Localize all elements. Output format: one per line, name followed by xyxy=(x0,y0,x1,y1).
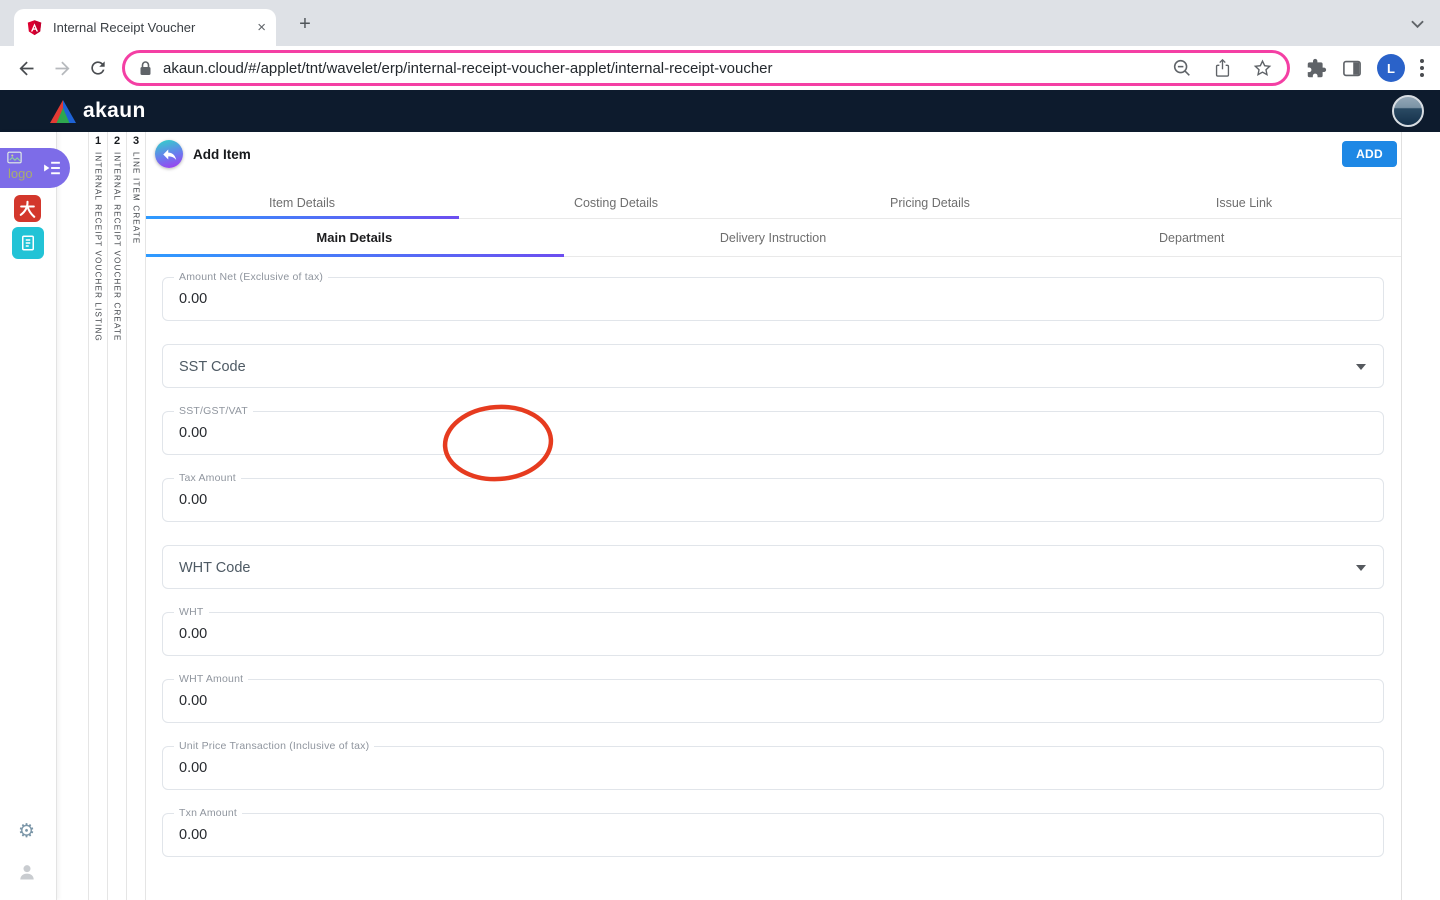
browser-tab-strip: Internal Receipt Voucher × + xyxy=(0,0,1440,46)
field-value: 0.00 xyxy=(179,693,208,709)
gear-icon[interactable]: ⚙ xyxy=(18,822,35,841)
angular-favicon-icon xyxy=(26,19,43,37)
tab-issue-link[interactable]: Issue Link xyxy=(1087,188,1401,218)
input-txn-amount[interactable]: Txn Amount 0.00 xyxy=(162,807,1384,857)
back-button[interactable] xyxy=(8,58,44,79)
url-text: akaun.cloud/#/applet/tnt/wavelet/erp/int… xyxy=(163,59,773,77)
field-label: SST/GST/VAT xyxy=(174,405,253,417)
input-wht[interactable]: WHT 0.00 xyxy=(162,606,1384,656)
tab-search-chevron-icon[interactable] xyxy=(1411,16,1424,34)
tab-costing-details[interactable]: Costing Details xyxy=(459,188,773,218)
field-value: 0.00 xyxy=(179,291,208,307)
tab-title: Internal Receipt Voucher xyxy=(53,20,196,35)
chevron-down-icon xyxy=(1356,364,1366,370)
input-wht-amount[interactable]: WHT Amount 0.00 xyxy=(162,673,1384,723)
app-navbar: akaun xyxy=(0,90,1440,132)
subtab-main-details[interactable]: Main Details xyxy=(145,219,564,257)
input-unit-price-transaction-inclusive-of-tax[interactable]: Unit Price Transaction (Inclusive of tax… xyxy=(162,740,1384,790)
subtab-department[interactable]: Department xyxy=(982,219,1401,256)
tab-label: Pricing Details xyxy=(890,196,970,210)
input-tax-amount[interactable]: Tax Amount 0.00 xyxy=(162,472,1384,522)
field-value: 0.00 xyxy=(179,626,208,642)
workspace-tab-strip: 1 INTERNAL RECEIPT VOUCHER LISTING 2 INTERN… xyxy=(88,132,146,900)
red-app-icon[interactable] xyxy=(14,195,41,222)
field-value: 0.00 xyxy=(179,425,208,441)
logo-alt-text: logo xyxy=(8,166,33,181)
workspace-tab-label: INTERNAL RECEIPT VOUCHER LISTING xyxy=(93,152,103,342)
person-icon[interactable] xyxy=(17,862,37,887)
tab-label: Main Details xyxy=(316,230,393,245)
share-icon[interactable] xyxy=(1213,58,1232,79)
detail-tabs-row: Item Details Costing Details Pricing Detai… xyxy=(145,188,1401,219)
workspace-tab-number: 1 xyxy=(94,135,102,147)
tab-item-details[interactable]: Item Details xyxy=(145,188,459,219)
field-value: 0.00 xyxy=(179,492,208,508)
field-label: Amount Net (Exclusive of tax) xyxy=(174,271,329,283)
brand-name: akaun xyxy=(83,99,146,122)
sub-tabs-row: Main Details Delivery Instruction Departme… xyxy=(145,219,1401,257)
akaun-brand: akaun xyxy=(50,99,146,123)
sidebar-logo-pill[interactable]: logo xyxy=(0,148,70,188)
add-button[interactable]: ADD xyxy=(1342,141,1397,167)
reload-button[interactable] xyxy=(80,58,116,78)
input-amount-net-exclusive-of-tax[interactable]: Amount Net (Exclusive of tax) 0.00 xyxy=(162,271,1384,321)
forward-button[interactable] xyxy=(44,58,80,79)
new-tab-button[interactable]: + xyxy=(293,13,317,37)
workspace-tab-number: 2 xyxy=(113,135,121,147)
workspace-tab-1[interactable]: 1 INTERNAL RECEIPT VOUCHER LISTING xyxy=(88,132,107,900)
back-circle-button[interactable] xyxy=(155,140,183,168)
document-app-icon[interactable] xyxy=(12,227,44,259)
tab-label: Item Details xyxy=(269,196,335,210)
select-sst-code[interactable]: SST Code xyxy=(162,344,1384,388)
page-title: Add Item xyxy=(193,146,251,162)
akaun-triangle-logo-icon xyxy=(50,99,76,123)
select-label: SST Code xyxy=(179,359,246,375)
app-sidebar: ⚙ xyxy=(0,132,57,900)
zoom-out-icon[interactable] xyxy=(1171,57,1193,79)
kebab-menu-icon[interactable] xyxy=(1420,59,1424,77)
browser-tab[interactable]: Internal Receipt Voucher × xyxy=(14,9,276,46)
lock-icon xyxy=(139,60,152,76)
workspace-tab-label: LINE ITEM CREATE xyxy=(131,152,141,245)
user-avatar-photo[interactable] xyxy=(1392,95,1424,127)
active-tab-underline xyxy=(145,254,564,257)
tab-pricing-details[interactable]: Pricing Details xyxy=(773,188,1087,218)
main-content: Add Item ADD Item Details Costing Details… xyxy=(145,132,1402,900)
field-value: 0.00 xyxy=(179,827,208,843)
item-form: Amount Net (Exclusive of tax) 0.00 SST Cod… xyxy=(145,257,1401,857)
content-header: Add Item ADD xyxy=(145,132,1401,176)
url-bar[interactable]: akaun.cloud/#/applet/tnt/wavelet/erp/int… xyxy=(122,50,1290,86)
workspace-tab-number: 3 xyxy=(132,135,140,147)
side-panel-icon[interactable] xyxy=(1342,60,1362,77)
workspace-tab-2[interactable]: 2 INTERNAL RECEIPT VOUCHER CREATE xyxy=(107,132,126,900)
collapse-menu-icon[interactable] xyxy=(43,161,61,180)
close-tab-icon[interactable]: × xyxy=(257,20,266,35)
tab-label: Issue Link xyxy=(1215,196,1273,210)
workspace-tab-3[interactable]: 3 LINE ITEM CREATE xyxy=(126,132,145,900)
app-body: ⚙ logo 1 INTERNAL RECEIPT VOUCHER LISTING… xyxy=(0,132,1440,900)
chevron-down-icon xyxy=(1356,565,1366,571)
field-label: WHT xyxy=(174,606,209,618)
field-label: WHT Amount xyxy=(174,673,249,685)
tab-label: Costing Details xyxy=(573,196,659,210)
field-label: Txn Amount xyxy=(174,807,243,819)
subtab-delivery-instruction[interactable]: Delivery Instruction xyxy=(564,219,983,256)
field-label: Unit Price Transaction (Inclusive of tax… xyxy=(174,740,375,752)
select-wht-code[interactable]: WHT Code xyxy=(162,545,1384,589)
workspace-tab-label: INTERNAL RECEIPT VOUCHER CREATE xyxy=(112,152,122,342)
select-label: WHT Code xyxy=(179,560,251,576)
tab-label: Delivery Instruction xyxy=(719,230,827,245)
bookmark-star-icon[interactable] xyxy=(1252,58,1273,79)
browser-profile-avatar[interactable]: L xyxy=(1377,54,1405,82)
browser-toolbar: akaun.cloud/#/applet/tnt/wavelet/erp/int… xyxy=(0,46,1440,90)
input-sst-gst-vat[interactable]: SST/GST/VAT 0.00 xyxy=(162,405,1384,455)
field-label: Tax Amount xyxy=(174,472,241,484)
extensions-puzzle-icon[interactable] xyxy=(1306,58,1327,79)
tab-label: Department xyxy=(1159,230,1225,245)
reply-arrow-icon xyxy=(162,149,176,160)
